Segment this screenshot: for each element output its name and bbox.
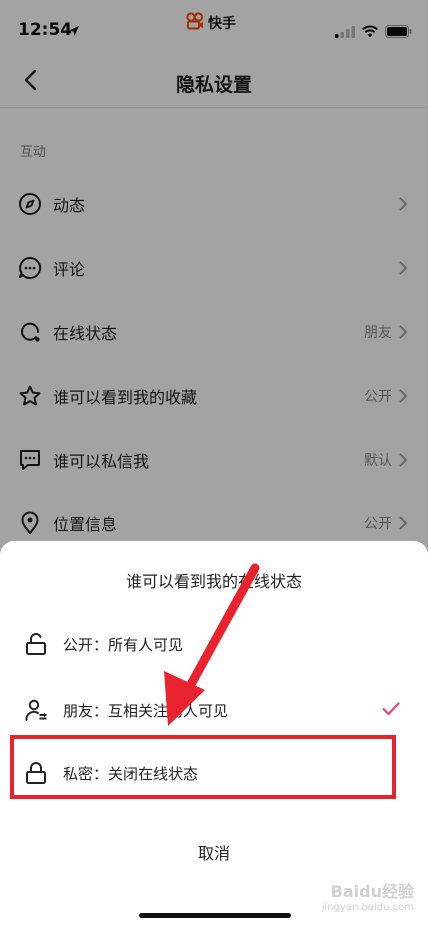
option-label: 公开：所有人可见 bbox=[63, 636, 184, 654]
sheet-title: 谁可以看到我的在线状态 bbox=[125, 572, 302, 591]
unlock-icon bbox=[24, 632, 48, 656]
annotation-highlight-box bbox=[10, 735, 396, 799]
option-friends[interactable]: 朋友：互相关注的人可见 bbox=[0, 681, 428, 741]
watermark-main-text: Baidu经验 bbox=[330, 882, 414, 901]
friends-icon bbox=[24, 698, 48, 722]
cancel-button[interactable]: 取消 bbox=[0, 840, 428, 864]
watermark-sub-text: jingyan.baidu.com bbox=[321, 902, 414, 913]
option-public[interactable]: 公开：所有人可见 bbox=[0, 615, 428, 675]
baidu-watermark: Baidu经验 jingyan.baidu.com bbox=[304, 878, 414, 918]
checkmark-icon bbox=[382, 701, 400, 716]
option-label: 朋友：互相关注的人可见 bbox=[63, 702, 229, 720]
home-indicator bbox=[139, 913, 291, 918]
